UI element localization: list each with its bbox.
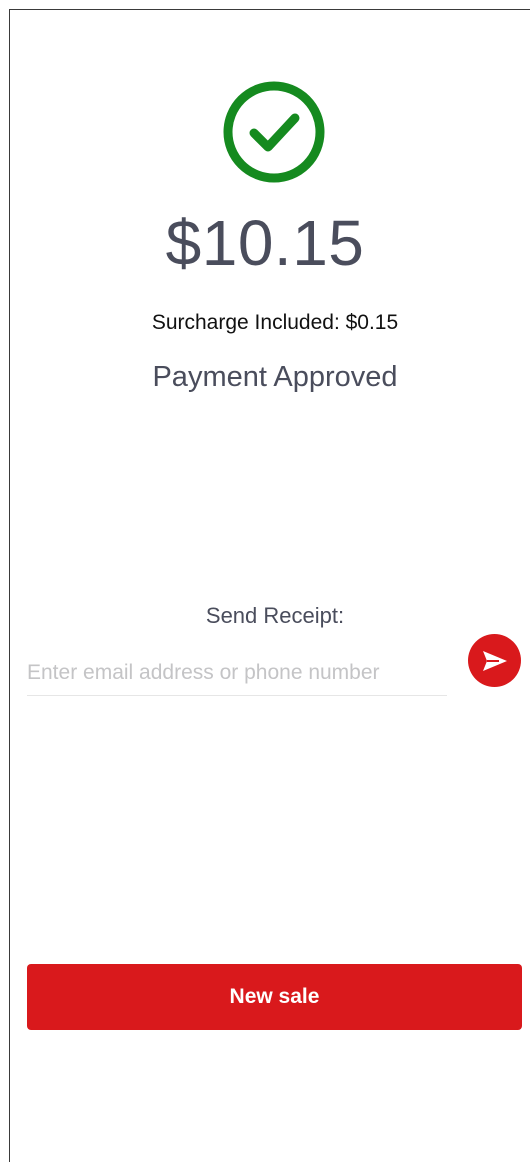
- check-circle-icon: [223, 81, 325, 183]
- send-icon: [482, 650, 507, 671]
- send-receipt-label: Send Receipt:: [205, 603, 345, 628]
- payment-status: Payment Approved: [152, 361, 398, 393]
- receipt-contact-input[interactable]: [27, 650, 447, 696]
- payment-amount: $10.15: [165, 207, 365, 279]
- new-sale-button[interactable]: New sale: [27, 964, 522, 1030]
- surcharge-text: Surcharge Included: $0.15: [151, 311, 399, 334]
- send-receipt-button[interactable]: [468, 634, 521, 687]
